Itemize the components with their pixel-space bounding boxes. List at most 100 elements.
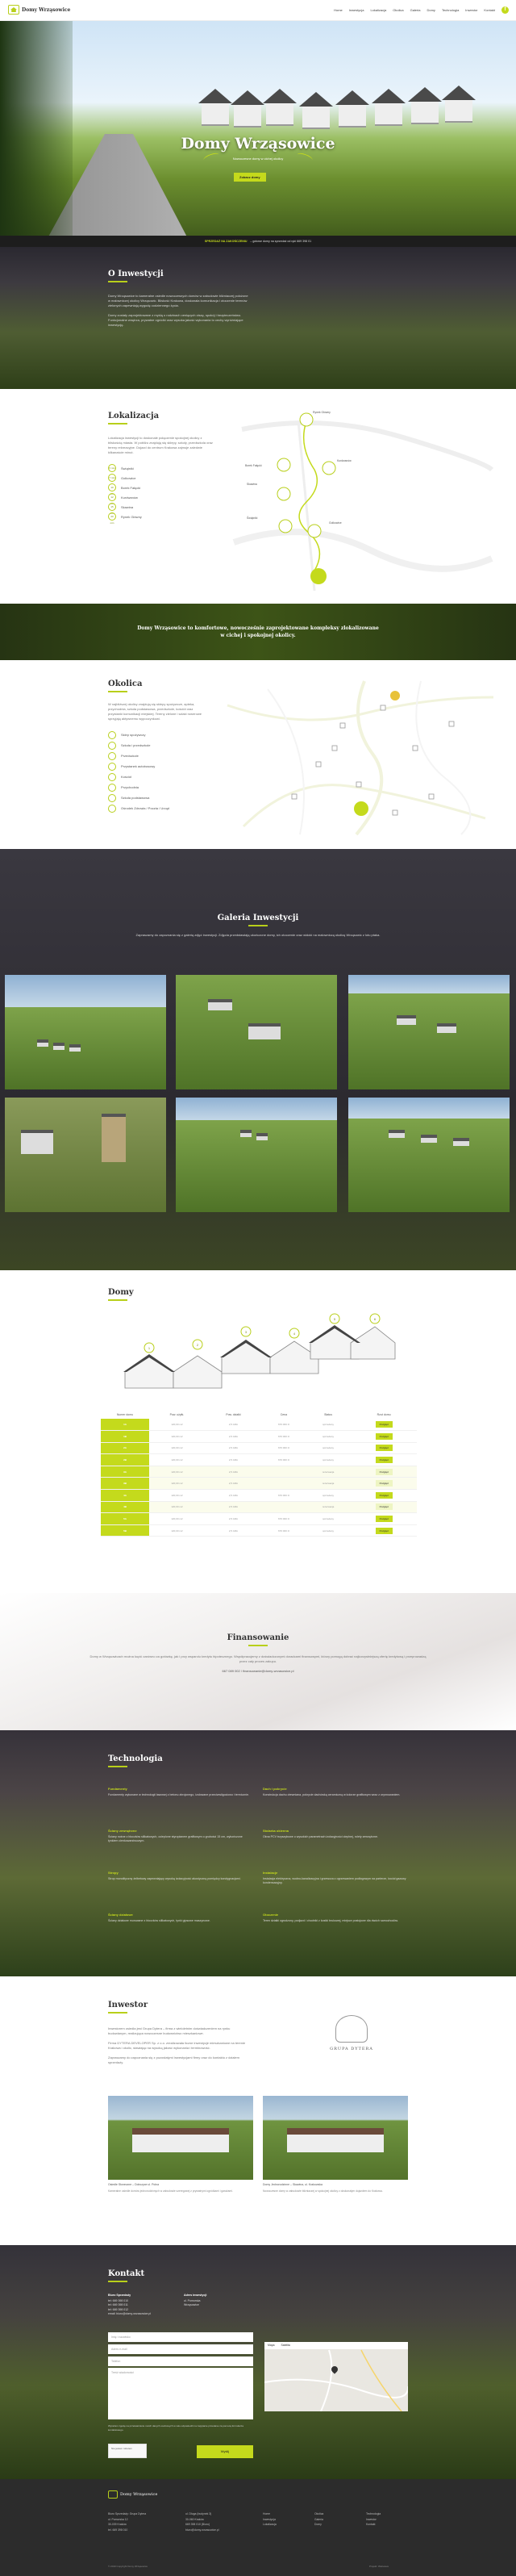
gallery-photo-5[interactable]: [176, 1098, 337, 1212]
financing-title: Finansowanie: [0, 1633, 516, 1646]
sales-office: Biuro Sprzedaży tel: 669 398 010 tel: 66…: [108, 2294, 152, 2316]
plan-button[interactable]: Podgląd: [375, 1457, 393, 1464]
google-map[interactable]: Mapa Satelita: [264, 2342, 408, 2411]
footer-link[interactable]: Kontakt: [366, 2522, 381, 2528]
credits[interactable]: Projekt: Webwave: [369, 2565, 389, 2568]
investor-logo-text: GRUPA DYTERA: [330, 2047, 373, 2051]
plan-button[interactable]: Podgląd: [375, 1516, 393, 1523]
pin-label-6: Golkowice: [329, 521, 342, 525]
plan-button[interactable]: Podgląd: [375, 1432, 393, 1440]
site-logo[interactable]: Domy Wrząsowice: [8, 5, 70, 15]
hero-cta-button[interactable]: Zobacz domy: [234, 173, 266, 182]
main-menu: Home Inwestycja Lokalizacja Okolica Gale…: [334, 8, 495, 12]
gallery-photo-2[interactable]: [176, 975, 337, 1089]
location-text: Lokalizacja inwestycji to doskonałe połą…: [108, 436, 213, 454]
quote-banner: Domy Wrząsowice to komfortowe, nowocześn…: [0, 604, 516, 660]
trees-image: [0, 21, 73, 247]
hero-section: Domy Wrząsowice Nowoczesne domy w cichej…: [0, 21, 516, 247]
nav-okolica[interactable]: Okolica: [393, 8, 403, 12]
location-title: Lokalizacja: [108, 412, 213, 424]
nav-kontakt[interactable]: Kontakt: [484, 8, 495, 12]
investor-title: Inwestor: [108, 2001, 148, 2014]
table-row: 4B 120,00 m2 2,5 ARA rezerwacja Podgląd: [101, 1501, 417, 1514]
pin-label-4: Skawina: [247, 483, 257, 486]
investor-text-3: Zapraszamy do zapoznania się z pozostały…: [108, 2055, 239, 2064]
facebook-icon[interactable]: f: [501, 6, 509, 14]
project-2-title: Domy Jednorodzinne – Skawina, ul. Krakow…: [263, 2183, 322, 2186]
footer-nav-3: Technologia Inwestor Kontakt: [366, 2511, 381, 2528]
nav-lokalizacja[interactable]: Lokalizacja: [370, 8, 386, 12]
nav-home[interactable]: Home: [334, 8, 343, 12]
footer-link[interactable]: Domy: [314, 2522, 323, 2528]
surroundings-legend: Sklep spożywczy Szkoła i przedszkole Prz…: [108, 730, 205, 813]
footer-link[interactable]: Lokalizacja: [263, 2522, 277, 2528]
houses-table: Numer domu Pow. użytk. Pow. działki Cena Sta…: [101, 1411, 417, 1537]
nav-inwestycja[interactable]: Inwestycja: [349, 8, 364, 12]
legend-item: 7 min Golkowice: [108, 473, 213, 483]
plan-button[interactable]: Podgląd: [375, 1445, 393, 1452]
consent-checkbox[interactable]: Wyrażam zgodę na przetwarzanie moich dan…: [108, 2424, 253, 2432]
table-row: 5B 120,00 m2 2,5 ARA 670 000 zł sprzedany Pod…: [101, 1524, 417, 1537]
house-logo-icon: [108, 2490, 118, 2499]
bus-stop-icon: [108, 762, 116, 771]
plan-button[interactable]: Podgląd: [375, 1503, 393, 1511]
kindergarten-icon: [108, 751, 116, 760]
footer-link[interactable]: Okolica: [314, 2511, 323, 2517]
about-title: O Inwestycji: [108, 270, 250, 282]
table-row: 4A 120,00 m2 2,5 ARA 670 000 zł sprzedany Pod…: [101, 1489, 417, 1502]
location-legend: 5 min Świątniki 7 min Golkowice 10 min Bore…: [108, 463, 213, 525]
message-textarea[interactable]: Treść wiadomości: [108, 2368, 253, 2419]
footer-nav-2: Okolica Galeria Domy: [314, 2511, 323, 2528]
clinic-icon: [108, 783, 116, 792]
investor-project-photo-2[interactable]: [263, 2096, 408, 2180]
financing-contact[interactable]: 667 089 002 / finansowanie@domy-wrzasowi…: [89, 1669, 427, 1674]
tech-item: Stolarka okienna Okna PCV trzyszybowe o w…: [263, 1829, 379, 1838]
phone-input[interactable]: Telefon: [108, 2356, 253, 2366]
investor-text-2: Firma DYTERA DEVELOPER Sp. z o.o. zreali…: [108, 2041, 246, 2050]
nav-inwestor[interactable]: Inwestor: [465, 8, 477, 12]
captcha-widget[interactable]: Nie jestem robotem: [108, 2444, 147, 2458]
plan-button[interactable]: Podgląd: [375, 1480, 393, 1487]
gallery-photo-4[interactable]: [5, 1098, 166, 1212]
sale-text: – gotowe domy na sprzedaż od ręki 669 39…: [250, 240, 312, 243]
pin-label-3: Borek Fałęcki: [245, 464, 262, 467]
consent-text: Wyrażam zgodę na przetwarzanie moich dan…: [108, 2424, 243, 2432]
copyright: © 2019 Copyright Domy Wrząsowice: [108, 2565, 148, 2568]
plan-button[interactable]: Podgląd: [375, 1491, 393, 1499]
legend-item: Kościół: [108, 772, 205, 782]
footer-link[interactable]: Technologia: [366, 2511, 381, 2517]
banner-text: Domy Wrząsowice to komfortowe, nowocześn…: [137, 625, 379, 638]
pin-label-5: Świątniki: [247, 516, 258, 520]
church-icon: [108, 772, 116, 781]
nav-technologia[interactable]: Technologia: [442, 8, 459, 12]
plan-button[interactable]: Podgląd: [375, 1421, 393, 1428]
hero-subtitle: Nowoczesne domy w cichej okolicy: [232, 157, 284, 161]
tech-item: Instalacje Instalacja elektryczna, wodno-…: [263, 1871, 406, 1885]
send-button[interactable]: Wyślij: [197, 2445, 253, 2458]
investor-project-photo-1[interactable]: [108, 2096, 253, 2180]
legend-item: 12 min Kurdwanów: [108, 492, 213, 505]
investor-logo[interactable]: GRUPA DYTERA: [311, 2015, 392, 2051]
table-row: 5A 120,00 m2 2,5 ARA 670 000 zł sprzedany Pod…: [101, 1512, 417, 1525]
tech-item: Stropy Strop monolityczny żelbetowy zapew…: [108, 1871, 241, 1880]
houses-title: Domy: [108, 1288, 134, 1301]
name-input[interactable]: Imię i nazwisko: [108, 2332, 253, 2342]
gallery-photo-6[interactable]: [348, 1098, 510, 1212]
navbar: Domy Wrząsowice Home Inwestycja Lokaliza…: [0, 0, 516, 21]
about-text-1: Domy Wrząsowice to kameralne osiedle now…: [108, 294, 248, 307]
gallery-photo-3[interactable]: [348, 975, 510, 1089]
shop-icon: [108, 730, 116, 739]
legend-item: Ośrodek Zdrowia / Poczta / Urząd: [108, 803, 205, 813]
project-1-title: Osiedle Słoneczne – Dobczyce ul. Polna: [108, 2183, 160, 2186]
nav-domy[interactable]: Domy: [427, 8, 435, 12]
legend-item: Szkoła podstawowa: [108, 792, 205, 803]
footer-logo[interactable]: Domy Wrząsowice: [108, 2490, 157, 2499]
plan-button[interactable]: Podgląd: [375, 1468, 393, 1475]
legend-item: Sklep spożywczy: [108, 730, 205, 740]
plan-button[interactable]: Podgląd: [375, 1527, 393, 1534]
email-input[interactable]: Adres e-mail: [108, 2344, 253, 2354]
legend-item: Przychodnia: [108, 782, 205, 792]
primary-school-icon: [108, 793, 116, 802]
gallery-photo-1[interactable]: [5, 975, 166, 1089]
nav-galeria[interactable]: Galeria: [410, 8, 421, 12]
